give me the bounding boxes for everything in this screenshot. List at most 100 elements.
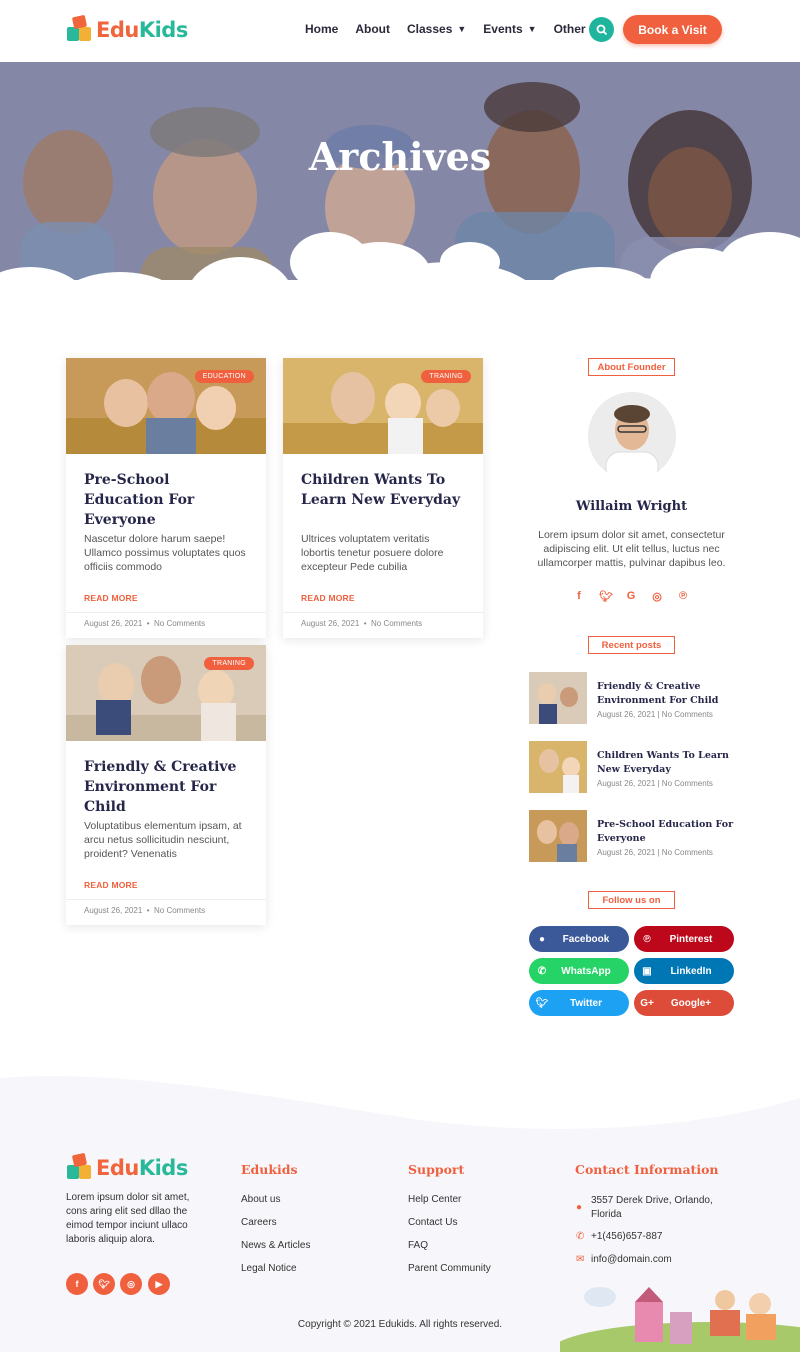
footer-link-faq[interactable]: FAQ — [408, 1240, 428, 1251]
post-date[interactable]: August 26, 2021 — [301, 619, 359, 628]
share-label: Pinterest — [669, 933, 713, 945]
google-icon[interactable]: G — [625, 590, 637, 603]
post-comments[interactable]: No Comments — [371, 619, 422, 628]
footer-link-help[interactable]: Help Center — [408, 1194, 461, 1205]
footer-about-text: Lorem ipsum dolor sit amet, cons aring e… — [66, 1192, 190, 1245]
footer-link-careers[interactable]: Careers — [241, 1217, 277, 1228]
post-image[interactable]: EDUCATION — [66, 358, 266, 454]
share-label: Facebook — [562, 933, 610, 945]
post-excerpt: Ultrices voluptatem veritatis lobortis t… — [301, 533, 444, 573]
recent-post-thumb[interactable] — [529, 741, 587, 793]
post-card[interactable]: EDUCATION Pre-School Education For Every… — [66, 358, 266, 638]
post-meta: August 26, 2021 • No Comments — [66, 899, 266, 925]
post-comments[interactable]: No Comments — [154, 906, 205, 915]
nav-home-label: Home — [305, 22, 339, 36]
footer-col-support-title: Support — [408, 1162, 465, 1177]
post-date[interactable]: August 26, 2021 — [84, 906, 142, 915]
recent-post-title[interactable]: Pre-School Education For Everyone — [597, 818, 737, 845]
post-title[interactable]: Friendly & Creative Environment For Chil… — [84, 757, 248, 815]
page-title: Archives — [308, 134, 492, 179]
recent-post-title[interactable]: Children Wants To Learn New Everyday — [597, 749, 737, 776]
share-facebook-button[interactable]: ● Facebook — [529, 926, 629, 952]
logo-text-kids: Kids — [138, 17, 189, 42]
share-linkedin-button[interactable]: ▣ LinkedIn — [634, 958, 734, 984]
recent-post-meta: August 26, 2021 | No Comments — [597, 848, 713, 857]
read-more-link[interactable]: READ MORE — [84, 593, 248, 603]
footer-link-about[interactable]: About us — [241, 1194, 280, 1205]
footer-link-community[interactable]: Parent Community — [408, 1263, 491, 1274]
footer-link-legal[interactable]: Legal Notice — [241, 1263, 297, 1274]
category-badge[interactable]: TRANING — [204, 657, 254, 670]
post-meta: August 26, 2021 • No Comments — [283, 612, 483, 638]
whatsapp-icon: ✆ — [537, 965, 547, 977]
youtube-icon[interactable]: ▶ — [148, 1273, 170, 1295]
meta-separator: • — [363, 619, 367, 628]
post-title[interactable]: Children Wants To Learn New Everyday — [301, 470, 465, 512]
main-nav: Home About Classes ▼ Events ▼ Other ▼ — [305, 22, 617, 36]
recent-post-item[interactable]: Pre-School Education For Everyone August… — [529, 810, 734, 862]
instagram-icon[interactable]: ◎ — [120, 1273, 142, 1295]
instagram-icon[interactable]: ◎ — [651, 590, 663, 603]
contact-phone[interactable]: +1(456)657-887 — [591, 1231, 662, 1242]
footer-col-contact-title: Contact Information — [575, 1162, 719, 1177]
logo-blocks-icon — [67, 14, 93, 43]
contact-address: 3557 Derek Drive, Orlando, Florida — [591, 1195, 713, 1220]
share-label: LinkedIn — [670, 965, 712, 977]
founder-name: Willaim Wright — [575, 499, 688, 514]
recent-post-meta: August 26, 2021 | No Comments — [597, 710, 713, 719]
search-button[interactable] — [589, 17, 614, 42]
linkedin-icon: ▣ — [642, 965, 652, 977]
post-date[interactable]: August 26, 2021 — [84, 619, 142, 628]
share-pinterest-button[interactable]: ℗ Pinterest — [634, 926, 734, 952]
logo[interactable]: EduKids — [67, 14, 189, 43]
facebook-icon[interactable]: f — [573, 590, 585, 603]
hero-banner: Archives — [0, 62, 800, 307]
read-more-link[interactable]: READ MORE — [301, 593, 465, 603]
category-badge[interactable]: TRANING — [421, 370, 471, 383]
recent-post-item[interactable]: Children Wants To Learn New Everyday Aug… — [529, 741, 734, 793]
nav-classes-label: Classes — [407, 22, 453, 36]
nav-classes[interactable]: Classes ▼ — [407, 22, 466, 36]
recent-post-thumb[interactable] — [529, 672, 587, 724]
facebook-icon[interactable]: f — [66, 1273, 88, 1295]
footer-link-contact[interactable]: Contact Us — [408, 1217, 457, 1228]
recent-post-item[interactable]: Friendly & Creative Environment For Chil… — [529, 672, 734, 724]
founder-avatar — [588, 392, 676, 480]
twitter-icon[interactable]: 🐦︎ — [599, 590, 613, 603]
footer-logo[interactable]: EduKids — [67, 1152, 189, 1181]
twitter-icon[interactable]: 🐦︎ — [93, 1273, 115, 1295]
footer-link-news[interactable]: News & Articles — [241, 1240, 310, 1251]
share-label: WhatsApp — [561, 965, 611, 977]
share-google-plus-button[interactable]: G+ Google+ — [634, 990, 734, 1016]
recent-post-meta: August 26, 2021 | No Comments — [597, 779, 713, 788]
post-title[interactable]: Pre-School Education For Everyone — [84, 470, 248, 528]
share-label: Google+ — [670, 997, 712, 1009]
nav-home[interactable]: Home — [305, 22, 338, 36]
post-comments[interactable]: No Comments — [154, 619, 205, 628]
pinterest-icon[interactable]: ℗ — [677, 590, 689, 603]
post-image[interactable]: TRANING — [283, 358, 483, 454]
share-twitter-button[interactable]: 🐦︎ Twitter — [529, 990, 629, 1016]
category-badge[interactable]: EDUCATION — [194, 370, 254, 383]
recent-post-title[interactable]: Friendly & Creative Environment For Chil… — [597, 680, 737, 707]
nav-events[interactable]: Events ▼ — [483, 22, 536, 36]
recent-post-thumb[interactable] — [529, 810, 587, 862]
share-whatsapp-button[interactable]: ✆ WhatsApp — [529, 958, 629, 984]
contact-email[interactable]: info@domain.com — [591, 1254, 672, 1265]
post-image[interactable]: TRANING — [66, 645, 266, 741]
copyright: Copyright © 2021 Edukids. All rights res… — [297, 1319, 503, 1330]
post-card[interactable]: TRANING Children Wants To Learn New Ever… — [283, 358, 483, 638]
read-more-link[interactable]: READ MORE — [84, 880, 248, 890]
book-visit-button[interactable]: Book a Visit — [623, 15, 722, 44]
logo-blocks-icon — [67, 1152, 93, 1181]
nav-other-label: Other — [553, 22, 586, 36]
post-card[interactable]: TRANING Friendly & Creative Environment … — [66, 645, 266, 925]
follow-us-heading: Follow us on — [588, 891, 675, 909]
meta-separator: • — [146, 906, 150, 915]
nav-about[interactable]: About — [355, 22, 390, 36]
facebook-icon: ● — [538, 933, 546, 945]
share-label: Twitter — [569, 997, 603, 1009]
footer-col-edukids-title: Edukids — [241, 1162, 298, 1177]
logo-text-kids: Kids — [138, 1155, 189, 1180]
location-pin-icon: ● — [576, 1202, 583, 1213]
